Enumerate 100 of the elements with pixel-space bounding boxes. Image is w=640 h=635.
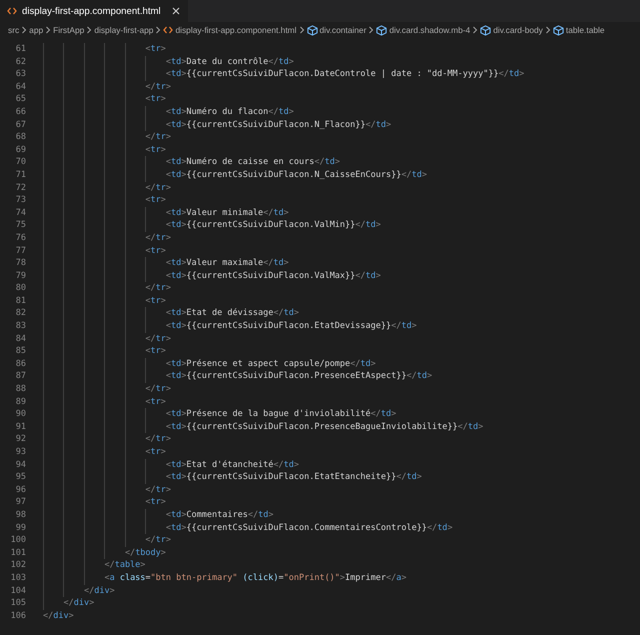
code-line: <tr> <box>43 294 166 308</box>
line-number: 105 <box>10 597 26 610</box>
code-line: </div> <box>43 584 115 598</box>
line-number: 82 <box>14 307 26 320</box>
code-line: </tr> <box>43 332 172 346</box>
line-number: 93 <box>14 446 26 459</box>
breadcrumb-item[interactable]: div.container <box>306 24 366 36</box>
code-line: <tr> <box>43 446 166 459</box>
line-number: 87 <box>14 370 26 384</box>
code-line: <tr> <box>43 194 166 207</box>
code-line: </tr> <box>43 484 172 496</box>
code-line: </tr> <box>43 80 172 94</box>
code-line: <td>{{currentCsSuiviDuFlacon.PresenceEtAspect}}</td> <box>43 370 432 384</box>
code-line: </table> <box>43 559 146 572</box>
line-number: 100 <box>10 534 26 547</box>
code-line: <td>{{currentCsSuiviDuFlacon.ValMin}}</td> <box>43 219 381 232</box>
line-number: 62 <box>14 56 26 68</box>
line-number: 67 <box>14 118 26 132</box>
line-number: 94 <box>14 458 26 472</box>
chevron-icon <box>155 26 162 34</box>
line-number: 80 <box>14 282 26 295</box>
line-number: 98 <box>14 508 26 522</box>
code-line: <tr> <box>43 396 166 408</box>
code-line: </div> <box>43 597 94 610</box>
line-number: 84 <box>14 332 26 346</box>
line-number: 75 <box>14 219 26 232</box>
breadcrumb-item[interactable]: div.card.shadow.mb-4 <box>376 24 470 36</box>
editor-tab[interactable]: display-first-app.component.html <box>0 0 188 22</box>
line-number: 63 <box>14 68 26 81</box>
line-number: 71 <box>14 168 26 182</box>
line-number: 106 <box>10 610 26 622</box>
line-number: 78 <box>14 257 26 270</box>
code-line: <td>Numéro du flacon</td> <box>43 106 294 119</box>
code-line: </div> <box>43 610 74 622</box>
chevron-icon <box>472 26 478 34</box>
breadcrumb-item[interactable]: display-first-app <box>94 25 154 35</box>
line-number: 70 <box>14 156 26 169</box>
code-line: </tr> <box>43 383 172 396</box>
line-number: 92 <box>14 433 26 446</box>
line-number: 68 <box>14 131 26 144</box>
code-line: <td>{{currentCsSuiviDuFlacon.CommentairesControle}}</td> <box>43 522 453 534</box>
chevron-icon <box>45 26 52 34</box>
line-number: 81 <box>14 294 26 308</box>
line-number: 102 <box>10 559 26 572</box>
line-number: 104 <box>10 584 26 598</box>
code-line: </tr> <box>43 433 172 446</box>
code-line: <td>Numéro de caisse en cours</td> <box>43 156 340 169</box>
line-number: 95 <box>14 471 26 484</box>
code-line: <tr> <box>43 93 166 106</box>
line-number: 69 <box>14 144 26 156</box>
line-number: 74 <box>14 206 26 220</box>
code-line: </tr> <box>43 131 172 144</box>
code-line: <tr> <box>43 244 166 258</box>
code-line: </tr> <box>43 282 172 295</box>
code-line: <td>{{currentCsSuiviDuFlacon.DateControle | date : "dd-MM-yyyy"}}</td> <box>43 68 524 81</box>
breadcrumb-item[interactable]: FirstApp <box>53 25 84 35</box>
breadcrumb-item[interactable]: display-first-app.component.html <box>163 25 296 35</box>
code-line: <td>Commentaires</td> <box>43 508 274 522</box>
line-number: 103 <box>10 572 26 585</box>
code-line: <td>{{currentCsSuiviDuFlacon.PresenceBagueInviolabilite}}</td> <box>43 420 484 434</box>
code-line: <a class="btn btn-primary" (click)="onPrint()">Imprimer</a> <box>43 572 406 585</box>
cube-icon <box>376 24 388 36</box>
line-number: 85 <box>14 345 26 358</box>
line-number: 79 <box>14 270 26 282</box>
breadcrumb-item[interactable]: div.card-body <box>480 24 543 36</box>
line-number: 89 <box>14 396 26 408</box>
code-line: <td>Etat de dévissage</td> <box>43 307 300 320</box>
line-number: 73 <box>14 194 26 207</box>
code-line: <td>{{currentCsSuiviDuFlacon.EtatEtancheite}}</td> <box>43 471 422 484</box>
code-line: <td>{{currentCsSuiviDuFlacon.N_CaisseEnCours}}</td> <box>43 168 427 182</box>
line-number: 65 <box>14 93 26 106</box>
line-number: 99 <box>14 522 26 534</box>
line-number: 72 <box>14 182 26 194</box>
chevron-icon <box>368 26 374 34</box>
line-number: 83 <box>14 320 26 333</box>
code-line: <td>Valeur maximale</td> <box>43 257 289 270</box>
line-number: 96 <box>14 484 26 496</box>
breadcrumb-item[interactable]: table.table <box>552 24 605 36</box>
breadcrumb-item[interactable]: app <box>29 25 44 35</box>
line-number: 66 <box>14 106 26 119</box>
code-line: <tr> <box>43 496 166 509</box>
line-number: 64 <box>14 80 26 94</box>
code-line: <td>{{currentCsSuiviDuFlacon.N_Flacon}}</td> <box>43 118 392 132</box>
code-line: <td>Etat d'étancheité</td> <box>43 458 300 472</box>
line-number: 77 <box>14 244 26 258</box>
chevron-icon <box>298 26 304 34</box>
cube-icon <box>306 24 318 36</box>
cube-icon <box>480 24 492 36</box>
code-line: <tr> <box>43 43 166 56</box>
code-line: <tr> <box>43 345 166 358</box>
line-number: 88 <box>14 383 26 396</box>
chevron-icon <box>544 26 551 34</box>
code-line: <td>Présence de la bague d'inviolabilité</td> <box>43 408 396 421</box>
close-icon[interactable] <box>172 7 180 15</box>
line-number: 101 <box>10 546 26 560</box>
code-brackets-icon <box>7 7 17 15</box>
code-line: <td>Date du contrôle</td> <box>43 56 294 68</box>
breadcrumb-item[interactable]: src <box>8 25 20 35</box>
code-line: <td>{{currentCsSuiviDuFlacon.EtatDevissage}}</td> <box>43 320 417 333</box>
code-line: </tbody> <box>43 546 166 560</box>
